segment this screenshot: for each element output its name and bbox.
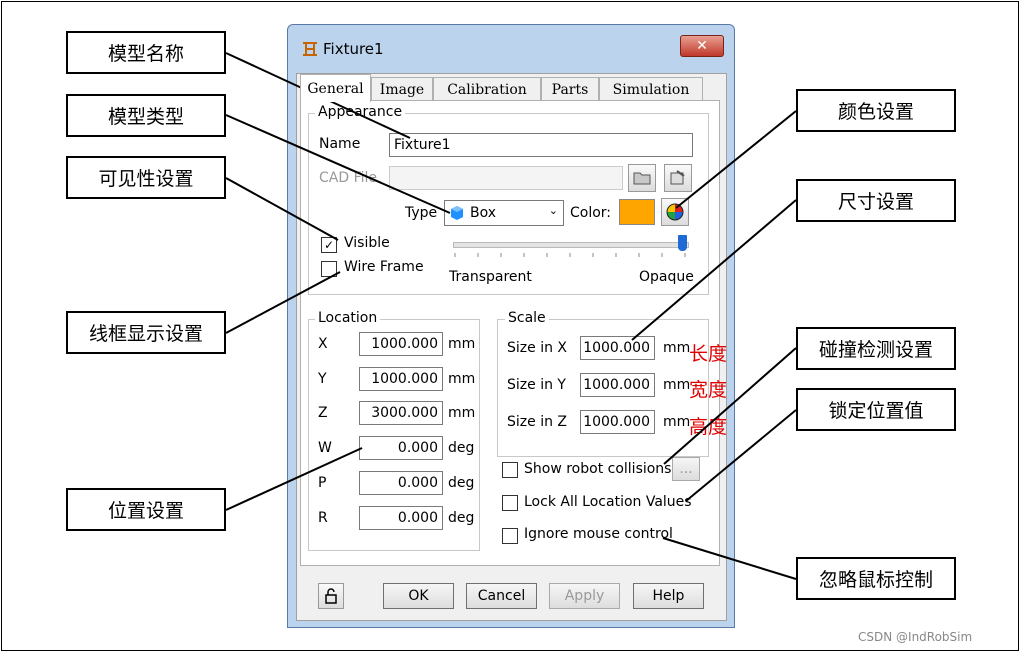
dialog-title: Fixture1: [323, 40, 384, 58]
loc-r-label: R: [318, 510, 328, 526]
cad-file-input[interactable]: [389, 166, 623, 190]
cad-file-label: CAD File: [319, 170, 378, 186]
ignore-mouse-label: Ignore mouse control: [524, 526, 673, 542]
size-x-unit: mm: [663, 340, 691, 356]
type-select[interactable]: Box ⌄: [444, 200, 564, 226]
tab-general[interactable]: General: [300, 74, 371, 102]
callout-visibility: 可见性设置: [66, 156, 226, 199]
help-button[interactable]: Help: [633, 583, 704, 609]
callout-lock: 锁定位置值: [796, 388, 956, 431]
callout-color: 颜色设置: [796, 89, 956, 132]
color-swatch[interactable]: [619, 199, 655, 225]
fixture-icon: [302, 41, 318, 60]
loc-p-input[interactable]: 0.000: [359, 471, 443, 495]
callout-wireframe: 线框显示设置: [66, 311, 226, 354]
watermark: CSDN @IndRobSim: [858, 630, 973, 644]
wireframe-label: Wire Frame: [344, 259, 424, 275]
width-note: 宽度: [689, 379, 728, 401]
opacity-min-label: Transparent: [449, 269, 532, 285]
loc-x-input[interactable]: 1000.000: [359, 332, 443, 356]
type-select-value: Box: [470, 205, 497, 221]
loc-w-unit: deg: [448, 440, 475, 456]
padlock-icon: [325, 588, 337, 604]
loc-p-label: P: [318, 475, 327, 491]
size-z-unit: mm: [663, 414, 691, 430]
loc-r-input[interactable]: 0.000: [359, 506, 443, 530]
color-wheel-icon: [666, 203, 684, 221]
loc-p-unit: deg: [448, 475, 475, 491]
lock-dialog-button[interactable]: [318, 583, 344, 609]
callout-model-type: 模型类型: [66, 94, 226, 137]
show-collisions-checkbox[interactable]: [502, 462, 518, 478]
type-label: Type: [405, 205, 438, 221]
fixture-dialog: Fixture1 ✕ General Image Calibration Par…: [287, 24, 735, 628]
opacity-slider-ticks: [454, 253, 686, 257]
loc-y-unit: mm: [448, 371, 476, 387]
appearance-group-label: Appearance: [315, 104, 406, 120]
loc-w-label: W: [318, 440, 332, 456]
callout-collision: 碰撞检测设置: [796, 327, 956, 370]
loc-r-unit: deg: [448, 510, 475, 526]
scale-group-label: Scale: [505, 310, 549, 326]
loc-z-unit: mm: [448, 405, 476, 421]
location-group-label: Location: [315, 310, 381, 326]
general-page: Appearance Name Fixture1 CAD File Type B…: [300, 100, 720, 566]
name-input[interactable]: Fixture1: [389, 133, 693, 157]
chevron-down-icon: ⌄: [548, 204, 558, 217]
box-icon: [451, 206, 463, 220]
ok-button[interactable]: OK: [383, 583, 454, 609]
visible-label: Visible: [344, 235, 390, 251]
loc-z-input[interactable]: 3000.000: [359, 401, 443, 425]
opacity-max-label: Opaque: [639, 269, 694, 285]
callout-model-name: 模型名称: [66, 31, 226, 74]
ignore-mouse-checkbox[interactable]: [502, 528, 518, 544]
tab-calibration[interactable]: Calibration: [433, 77, 541, 101]
loc-x-label: X: [318, 336, 328, 352]
size-x-input[interactable]: 1000.000: [580, 336, 655, 360]
cad-import-button[interactable]: [664, 164, 692, 192]
callout-size: 尺寸设置: [796, 179, 956, 222]
show-collisions-label: Show robot collisions: [524, 461, 672, 477]
color-picker-button[interactable]: [661, 198, 689, 226]
color-label: Color:: [570, 205, 612, 221]
lock-values-label: Lock All Location Values: [524, 494, 692, 510]
folder-icon: [633, 172, 651, 185]
size-x-label: Size in X: [507, 340, 567, 356]
size-z-label: Size in Z: [507, 414, 567, 430]
name-label: Name: [319, 136, 361, 152]
loc-y-label: Y: [318, 371, 327, 387]
loc-y-input[interactable]: 1000.000: [359, 367, 443, 391]
visible-checkbox[interactable]: ✓: [321, 237, 337, 253]
cancel-button[interactable]: Cancel: [466, 583, 537, 609]
lock-values-checkbox[interactable]: [502, 495, 518, 511]
loc-z-label: Z: [318, 405, 328, 421]
close-button[interactable]: ✕: [680, 35, 724, 57]
size-y-unit: mm: [663, 377, 691, 393]
browse-folder-button[interactable]: [628, 164, 656, 192]
import-icon: [670, 170, 685, 185]
wireframe-checkbox[interactable]: [321, 261, 337, 277]
opacity-slider-thumb[interactable]: [678, 235, 687, 251]
length-note: 长度: [689, 343, 728, 365]
size-z-input[interactable]: 1000.000: [580, 410, 655, 434]
apply-button[interactable]: Apply: [549, 583, 620, 609]
height-note: 高度: [689, 416, 728, 438]
tab-simulation[interactable]: Simulation: [599, 77, 703, 101]
size-y-label: Size in Y: [507, 377, 566, 393]
tab-parts[interactable]: Parts: [541, 77, 599, 101]
loc-x-unit: mm: [448, 336, 476, 352]
dialog-client: General Image Calibration Parts Simulati…: [296, 73, 727, 621]
tab-image[interactable]: Image: [371, 77, 433, 101]
size-y-input[interactable]: 1000.000: [580, 373, 655, 397]
callout-position: 位置设置: [66, 488, 226, 531]
collisions-settings-button[interactable]: ...: [672, 457, 700, 481]
callout-ignore-mouse: 忽略鼠标控制: [796, 557, 956, 600]
opacity-slider-track[interactable]: [453, 242, 689, 248]
loc-w-input[interactable]: 0.000: [359, 436, 443, 460]
